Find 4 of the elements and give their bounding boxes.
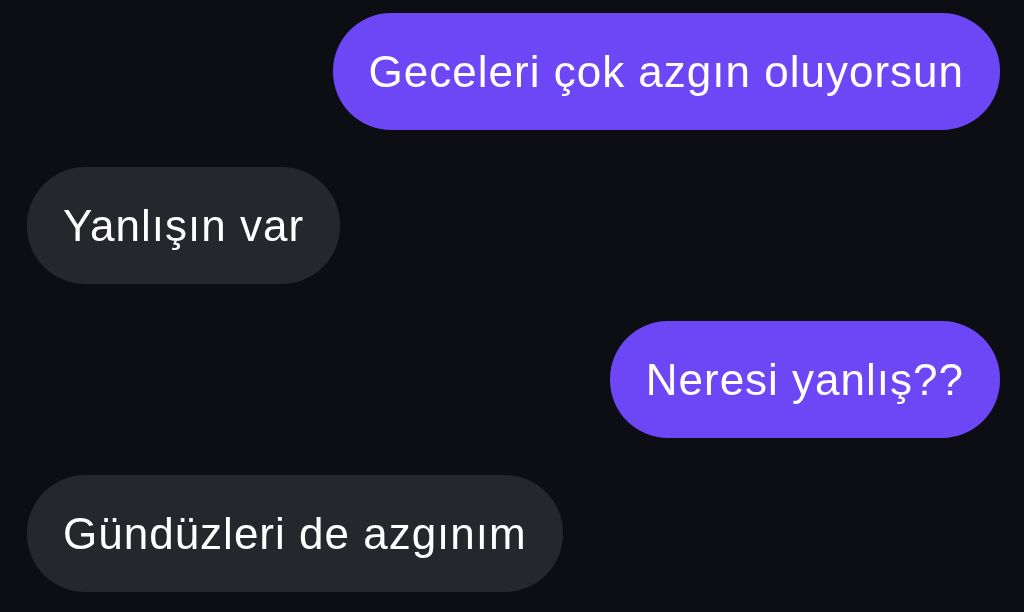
message-bubble: Yanlışın var [27, 167, 341, 284]
message-bubble: Neresi yanlış?? [609, 321, 1000, 438]
message-bubble: Geceleri çok azgın oluyorsun [332, 13, 1000, 130]
message-bubble: Gündüzleri de azgınım [27, 475, 563, 592]
